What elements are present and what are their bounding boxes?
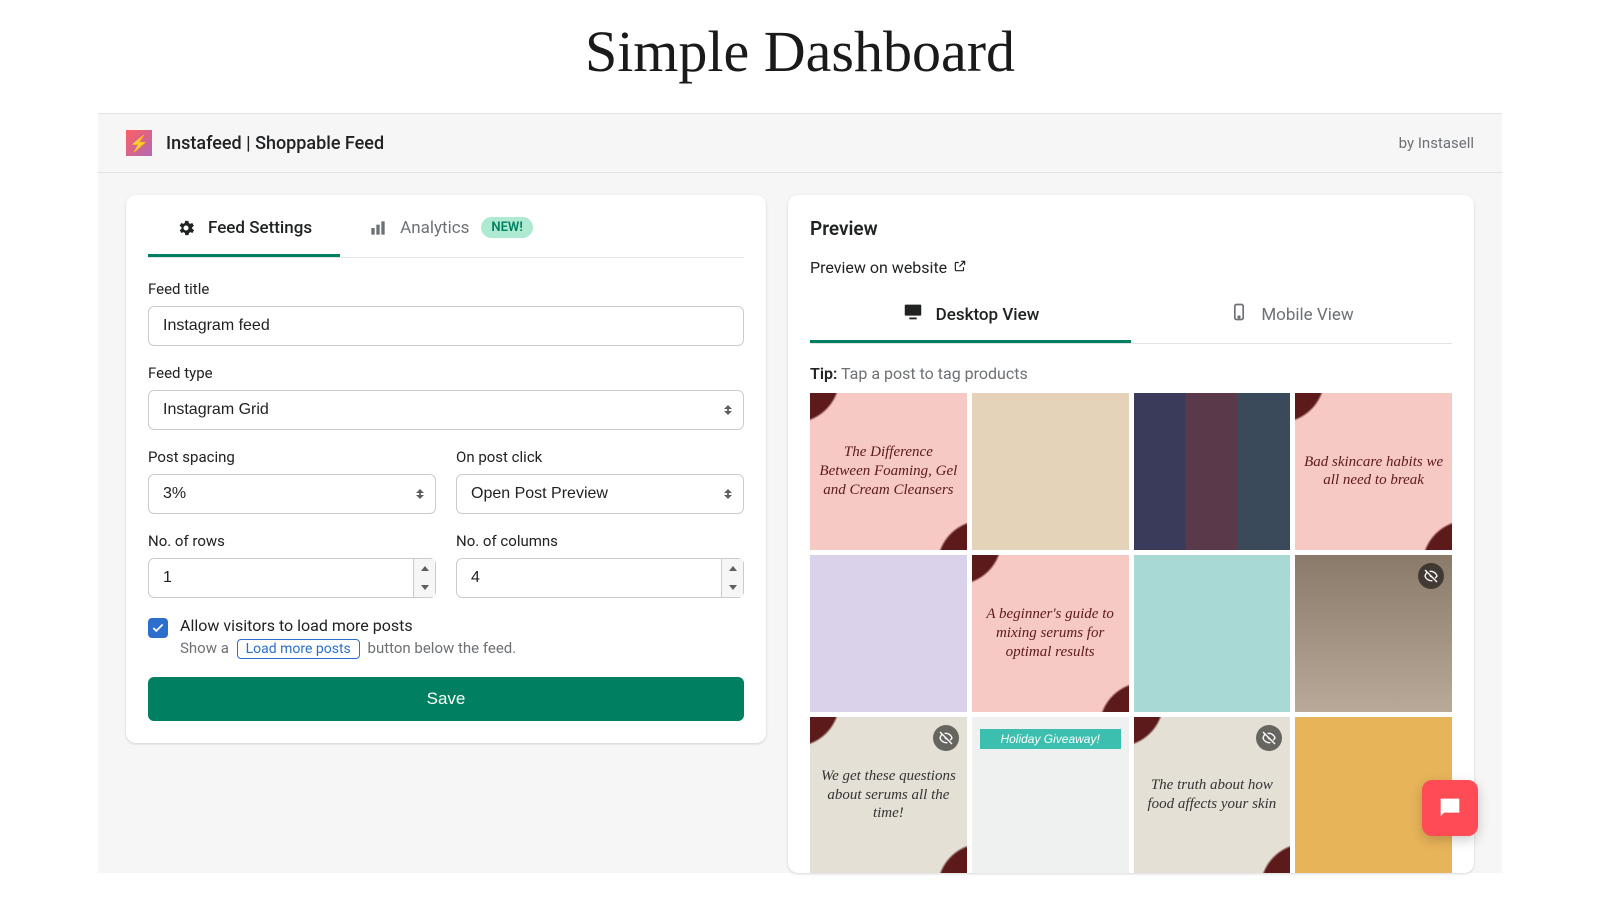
tab-mobile-view[interactable]: Mobile View	[1131, 291, 1452, 343]
desktop-icon	[902, 301, 924, 328]
on-post-click-select[interactable]	[456, 474, 744, 514]
post-spacing-select[interactable]	[148, 474, 436, 514]
tab-label: Feed Settings	[208, 218, 312, 238]
feed-title-input[interactable]	[148, 306, 744, 346]
rows-label: No. of rows	[148, 532, 436, 550]
tab-feed-settings[interactable]: Feed Settings	[148, 195, 340, 257]
select-caret-icon	[724, 405, 732, 415]
rows-step-up[interactable]	[414, 559, 435, 578]
allow-more-label: Allow visitors to load more posts	[180, 616, 516, 635]
app-shell: ⚡ Instafeed | Shoppable Feed by Instasel…	[98, 113, 1502, 873]
chat-fab[interactable]	[1422, 780, 1478, 836]
save-button[interactable]: Save	[148, 677, 744, 721]
preview-tile[interactable]	[1295, 555, 1452, 712]
view-tabs: Desktop View Mobile View	[810, 291, 1452, 344]
preview-card: Preview Preview on website Desktop View	[788, 195, 1474, 873]
mobile-icon	[1229, 302, 1249, 327]
preview-tile[interactable]: Bad skincare habits we all need to break	[1295, 393, 1452, 550]
rows-input[interactable]	[148, 558, 436, 598]
preview-title: Preview	[810, 217, 1452, 240]
preview-tile[interactable]: A beginner's guide to mixing serums for …	[972, 555, 1129, 712]
columns-input[interactable]	[456, 558, 744, 598]
hidden-icon	[1418, 563, 1444, 589]
app-credit: by Instasell	[1399, 134, 1474, 152]
settings-card: Feed Settings Analytics NEW! Feed title …	[126, 195, 766, 743]
preview-tile[interactable]	[810, 555, 967, 712]
page-title: Simple Dashboard	[0, 0, 1600, 113]
allow-more-help: Show a Load more posts button below the …	[180, 639, 516, 659]
columns-step-down[interactable]	[722, 578, 743, 597]
app-logo-icon: ⚡	[126, 130, 152, 156]
feed-title-label: Feed title	[148, 280, 744, 298]
bar-chart-icon	[368, 218, 388, 238]
tip-line: Tip: Tap a post to tag products	[810, 364, 1452, 383]
external-link-icon	[953, 258, 967, 277]
preview-tile[interactable]: We get these questions about serums all …	[810, 717, 967, 874]
load-more-chip: Load more posts	[237, 639, 360, 659]
tab-analytics[interactable]: Analytics NEW!	[340, 195, 561, 257]
hidden-icon	[1256, 725, 1282, 751]
preview-tile[interactable]: The truth about how food affects your sk…	[1134, 717, 1291, 874]
app-header: ⚡ Instafeed | Shoppable Feed by Instasel…	[98, 114, 1502, 173]
feed-type-select[interactable]	[148, 390, 744, 430]
preview-tile[interactable]	[1134, 555, 1291, 712]
select-caret-icon	[724, 489, 732, 499]
tab-label: Analytics	[400, 218, 469, 238]
preview-tile[interactable]	[972, 393, 1129, 550]
columns-label: No. of columns	[456, 532, 744, 550]
select-caret-icon	[416, 489, 424, 499]
columns-step-up[interactable]	[722, 559, 743, 578]
app-name: Instafeed | Shoppable Feed	[166, 133, 384, 154]
preview-tile[interactable]	[1134, 393, 1291, 550]
feed-type-label: Feed type	[148, 364, 744, 382]
preview-grid: The Difference Between Foaming, Gel and …	[810, 393, 1452, 873]
new-badge: NEW!	[481, 217, 532, 238]
tab-desktop-view[interactable]: Desktop View	[810, 291, 1131, 343]
preview-tile[interactable]: The Difference Between Foaming, Gel and …	[810, 393, 967, 550]
on-post-click-label: On post click	[456, 448, 744, 466]
post-spacing-label: Post spacing	[148, 448, 436, 466]
hidden-icon	[933, 725, 959, 751]
preview-on-website-link[interactable]: Preview on website	[810, 258, 967, 277]
gear-icon	[176, 218, 196, 238]
rows-step-down[interactable]	[414, 578, 435, 597]
allow-more-checkbox[interactable]	[148, 618, 168, 638]
preview-tile[interactable]: Holiday Giveaway!	[972, 717, 1129, 874]
settings-tabs: Feed Settings Analytics NEW!	[148, 195, 744, 258]
